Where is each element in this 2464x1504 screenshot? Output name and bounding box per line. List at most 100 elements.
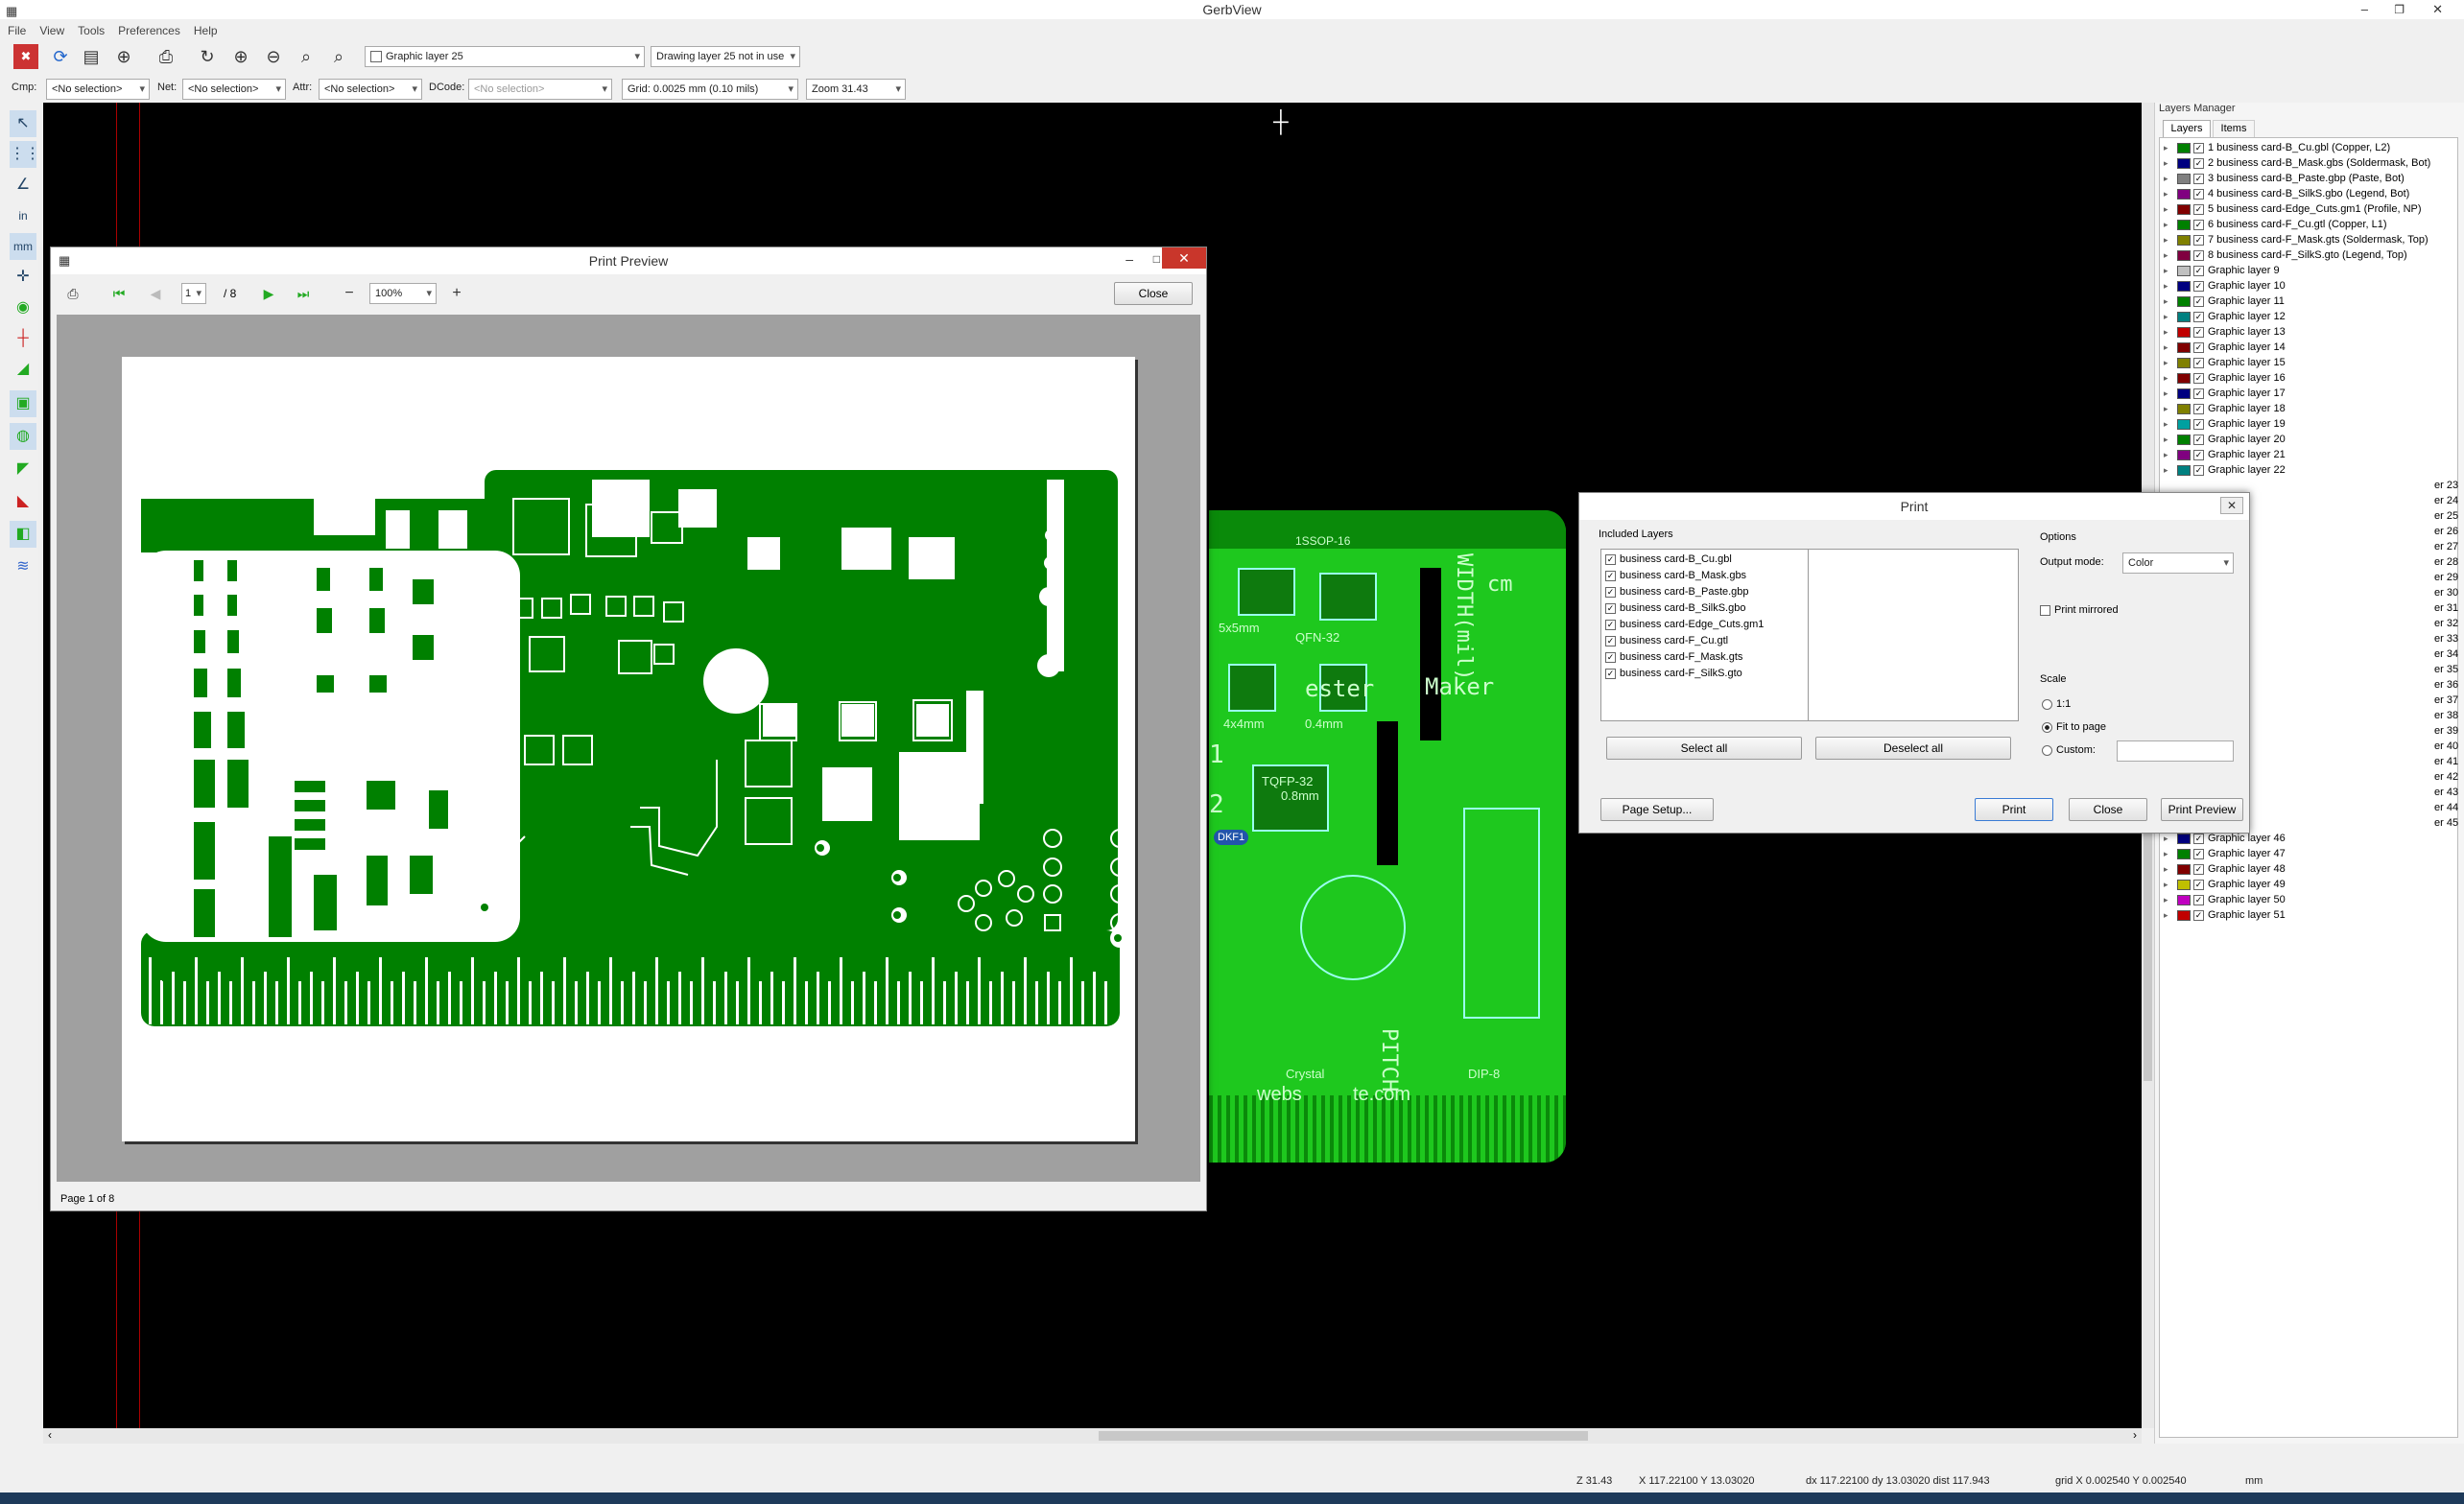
print-layer-checkbox[interactable]: ✓ [1605, 553, 1616, 565]
grid-select[interactable]: Grid: 0.0025 mm (0.10 mils) [622, 79, 798, 100]
horizontal-scrollbar[interactable]: ‹ › [43, 1428, 2142, 1444]
expand-icon[interactable]: ▸ [2164, 416, 2168, 432]
layer-row-partial[interactable]: er 42 [2434, 769, 2458, 785]
close-window-button[interactable]: ✕ [2432, 0, 2443, 19]
layer-row-partial[interactable]: er 38 [2434, 708, 2458, 723]
cursor-shape-icon[interactable]: ✛ [10, 264, 36, 291]
layer-row-partial[interactable]: er 30 [2434, 585, 2458, 600]
layer-color-swatch[interactable] [2177, 403, 2191, 414]
layer-visibility-checkbox[interactable]: ✓ [2193, 464, 2204, 476]
print-layer-checkbox[interactable]: ✓ [1605, 651, 1616, 663]
print-layer-item[interactable]: ✓ business card-F_Cu.gtl [1605, 633, 1728, 648]
layer-visibility-checkbox[interactable]: ✓ [2193, 265, 2204, 276]
layer-select[interactable]: Graphic layer 25 [365, 46, 645, 67]
dcode-select[interactable]: <No selection> [468, 79, 612, 100]
high-contrast-icon[interactable]: ◣ [10, 488, 36, 515]
polygons-mode-icon[interactable]: ◢ [10, 356, 36, 383]
page-number-input[interactable]: 1 [181, 283, 206, 304]
layer-color-swatch[interactable] [2177, 157, 2191, 169]
negative-objects-icon[interactable]: ◍ [10, 423, 36, 450]
layer-color-swatch[interactable] [2177, 188, 2191, 200]
layer-visibility-checkbox[interactable]: ✓ [2193, 203, 2204, 215]
layers-diff-icon[interactable]: ◤ [10, 456, 36, 482]
flash-items-icon[interactable]: ◉ [10, 294, 36, 321]
expand-icon[interactable]: ▸ [2164, 309, 2168, 324]
print-layer-item[interactable]: ✓ business card-B_Paste.gbp [1605, 584, 1749, 599]
layer-row[interactable]: ▸ ✓ Graphic layer 20 [2164, 432, 2286, 447]
layer-row-partial[interactable]: er 41 [2434, 754, 2458, 769]
expand-icon[interactable]: ▸ [2164, 340, 2168, 355]
zoom-in-icon[interactable]: ⊕ [228, 44, 253, 69]
print-mirrored-checkbox[interactable]: Print mirrored [2040, 604, 2119, 616]
menu-help[interactable]: Help [194, 24, 218, 37]
layer-row[interactable]: ▸ ✓ Graphic layer 16 [2164, 370, 2286, 386]
layer-row[interactable]: ▸ ✓ Graphic layer 15 [2164, 355, 2286, 370]
print-layer-checkbox[interactable]: ✓ [1605, 602, 1616, 614]
output-mode-select[interactable]: Color [2122, 552, 2234, 574]
deselect-all-button[interactable]: Deselect all [1815, 737, 2011, 760]
layer-row-partial[interactable]: er 43 [2434, 785, 2458, 800]
layer-color-swatch[interactable] [2177, 418, 2191, 430]
layer-row[interactable]: ▸ ✓ Graphic layer 50 [2164, 892, 2286, 907]
expand-icon[interactable]: ▸ [2164, 201, 2168, 217]
expand-icon[interactable]: ▸ [2164, 462, 2168, 478]
layer-visibility-checkbox[interactable]: ✓ [2193, 434, 2204, 445]
expand-icon[interactable]: ▸ [2164, 155, 2168, 171]
layer-row[interactable]: ▸ ✓ 4 business card-B_SilkS.gbo (Legend, B… [2164, 186, 2409, 201]
layer-row[interactable]: ▸ ✓ Graphic layer 48 [2164, 861, 2286, 877]
zoom-minus-icon[interactable]: − [337, 281, 362, 306]
menu-tools[interactable]: Tools [78, 24, 105, 37]
expand-icon[interactable]: ▸ [2164, 846, 2168, 861]
restore-button[interactable]: ❐ [2394, 0, 2405, 19]
preview-print-icon[interactable]: ⎙ [60, 281, 85, 306]
layer-visibility-checkbox[interactable]: ✓ [2193, 219, 2204, 230]
menu-file[interactable]: File [8, 24, 26, 37]
layer-visibility-checkbox[interactable]: ✓ [2193, 909, 2204, 921]
layer-color-swatch[interactable] [2177, 464, 2191, 476]
last-page-icon[interactable]: ⏭ [291, 281, 316, 306]
layer-visibility-checkbox[interactable]: ✓ [2193, 280, 2204, 292]
clear-layers-icon[interactable]: ✖ [13, 44, 38, 69]
layer-row-partial[interactable]: er 33 [2434, 631, 2458, 646]
layer-row[interactable]: ▸ ✓ Graphic layer 19 [2164, 416, 2286, 432]
layer-row-partial[interactable]: er 37 [2434, 693, 2458, 708]
layer-row[interactable]: ▸ ✓ Graphic layer 22 [2164, 462, 2286, 478]
zoom-fit-icon[interactable]: ⌕ [294, 44, 319, 69]
print-layer-item[interactable]: ✓ business card-F_SilkS.gto [1605, 666, 1742, 681]
layer-color-swatch[interactable] [2177, 357, 2191, 368]
layer-row-partial[interactable]: er 23 [2434, 478, 2458, 493]
expand-icon[interactable]: ▸ [2164, 447, 2168, 462]
layer-color-swatch[interactable] [2177, 326, 2191, 338]
print-layer-item[interactable]: ✓ business card-B_SilkS.gbo [1605, 600, 1745, 616]
print-button[interactable]: Print [1975, 798, 2053, 821]
zoom-out-icon[interactable]: ⊖ [261, 44, 286, 69]
layer-color-swatch[interactable] [2177, 219, 2191, 230]
layer-color-swatch[interactable] [2177, 341, 2191, 353]
layer-row-partial[interactable]: er 29 [2434, 570, 2458, 585]
layer-visibility-checkbox[interactable]: ✓ [2193, 234, 2204, 246]
vertical-scroll-thumb[interactable] [2144, 812, 2152, 1081]
menu-preferences[interactable]: Preferences [118, 24, 180, 37]
layer-row[interactable]: ▸ ✓ 6 business card-F_Cu.gtl (Copper, L1) [2164, 217, 2386, 232]
layer-visibility-checkbox[interactable]: ✓ [2193, 326, 2204, 338]
layer-row[interactable]: ▸ ✓ Graphic layer 13 [2164, 324, 2286, 340]
layer-row[interactable]: ▸ ✓ Graphic layer 49 [2164, 877, 2286, 892]
layer-row[interactable]: ▸ ✓ Graphic layer 51 [2164, 907, 2286, 923]
layer-row-partial[interactable]: er 32 [2434, 616, 2458, 631]
layer-row[interactable]: ▸ ✓ 3 business card-B_Paste.gbp (Paste, Bo… [2164, 171, 2405, 186]
zoom-select[interactable]: Zoom 31.43 [806, 79, 906, 100]
custom-scale-input[interactable] [2117, 740, 2234, 762]
layer-color-swatch[interactable] [2177, 203, 2191, 215]
expand-icon[interactable]: ▸ [2164, 232, 2168, 247]
scale-custom-radio[interactable]: Custom: [2042, 744, 2096, 756]
layer-color-swatch[interactable] [2177, 234, 2191, 246]
expand-icon[interactable]: ▸ [2164, 432, 2168, 447]
print-dialog-close-x-button[interactable]: ✕ [2220, 497, 2243, 514]
layer-row-partial[interactable]: er 27 [2434, 539, 2458, 554]
load-gerber-icon[interactable]: ▤ [79, 44, 104, 69]
menu-view[interactable]: View [39, 24, 64, 37]
expand-icon[interactable]: ▸ [2164, 386, 2168, 401]
layer-row-partial[interactable]: er 28 [2434, 554, 2458, 570]
layer-row[interactable]: ▸ ✓ Graphic layer 47 [2164, 846, 2286, 861]
print-layer-checkbox[interactable]: ✓ [1605, 635, 1616, 646]
